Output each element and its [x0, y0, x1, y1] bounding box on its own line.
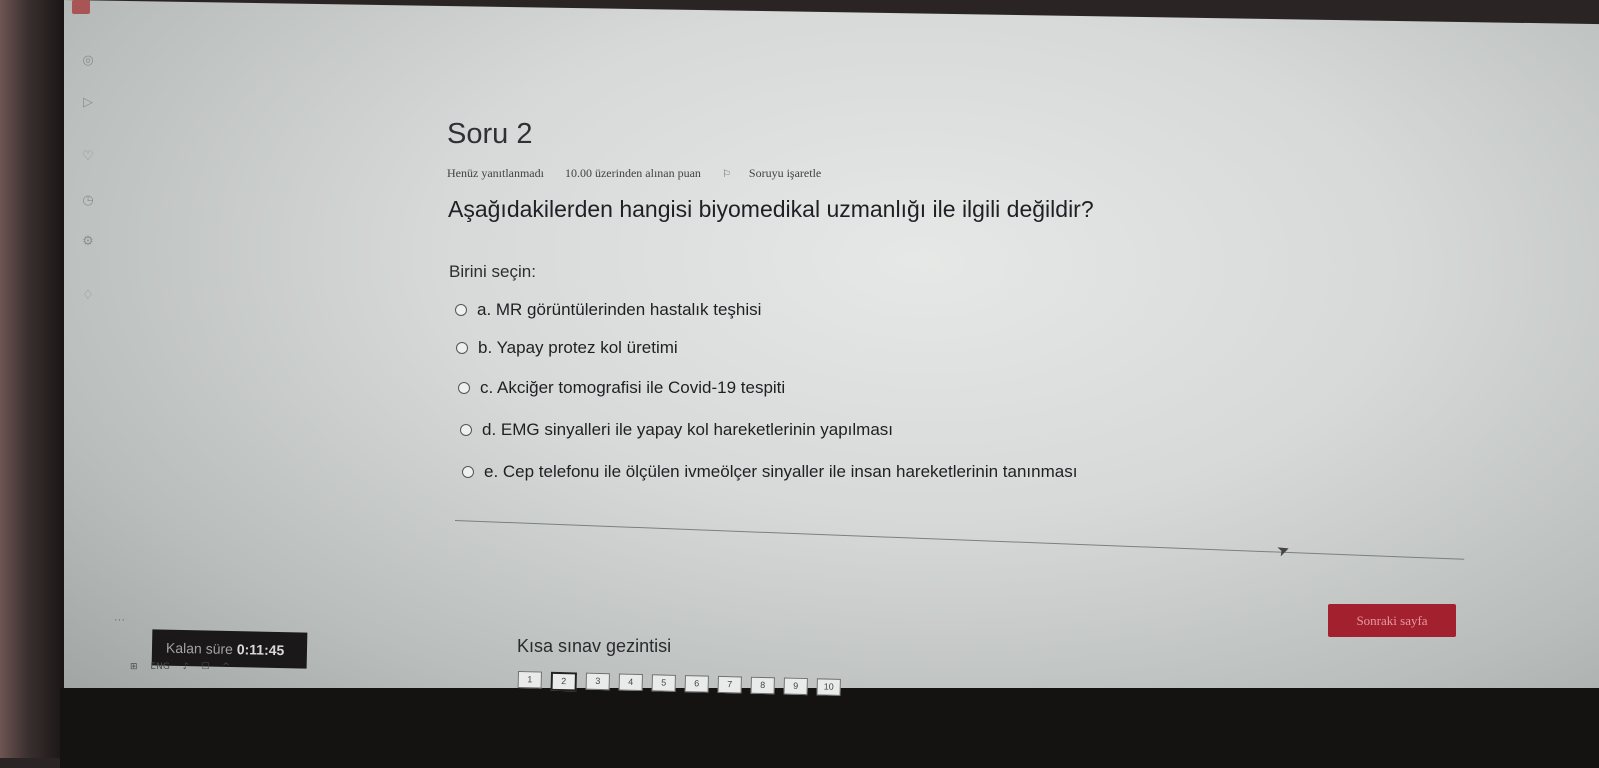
answer-status: Henüz yanıtlanmadı	[447, 166, 544, 180]
option-label: a. MR görüntülerinden hastalık teşhisi	[477, 300, 762, 319]
section-divider	[454, 520, 1465, 560]
radio-button[interactable]	[462, 466, 474, 478]
option-label: c. Akciğer tomografisi ile Covid-19 tesp…	[480, 378, 786, 397]
quiz-nav-page-button[interactable]: 5	[651, 674, 676, 692]
option-label: b. Yapay protez kol üretimi	[478, 338, 678, 357]
bulb-icon[interactable]: ♢	[80, 288, 96, 304]
next-page-button[interactable]: Sonraki sayfa	[1328, 604, 1456, 637]
target-icon[interactable]: ◎	[80, 53, 96, 69]
quiz-nav-page-button[interactable]: 10	[816, 678, 841, 696]
radio-button[interactable]	[455, 304, 467, 316]
quiz-nav-page-button[interactable]: 4	[618, 673, 643, 692]
heart-icon[interactable]: ♡	[80, 149, 96, 165]
radio-button[interactable]	[458, 382, 470, 394]
quiz-nav-page-button[interactable]: 3	[585, 672, 610, 691]
time-remaining-label: Kalan süre	[165, 639, 234, 658]
flag-question-link[interactable]: ⚐ Soruyu işaretle	[722, 166, 839, 180]
option-a[interactable]: a. MR görüntülerinden hastalık teşhisi	[455, 300, 761, 320]
play-icon[interactable]: ▷	[80, 95, 96, 111]
question-text: Aşağıdakilerden hangisi biyomedikal uzma…	[448, 196, 1094, 222]
chevron-up-icon[interactable]: ^	[222, 662, 230, 672]
os-taskbar: ⊞ ENG ♪ ☐ ^	[130, 662, 330, 686]
more-dots-icon: ···	[114, 614, 125, 626]
quiz-nav-page-button[interactable]: 9	[783, 677, 808, 696]
quiz-nav-page-button[interactable]: 8	[750, 676, 775, 695]
mouse-cursor-icon: ➤	[1274, 539, 1293, 561]
settings-icon[interactable]: ⚙	[80, 234, 96, 250]
radio-button[interactable]	[460, 424, 472, 436]
radio-button[interactable]	[456, 342, 468, 354]
option-label: d. EMG sinyalleri ile yapay kol hareketl…	[482, 420, 894, 439]
quiz-nav-page-button[interactable]: 1	[517, 671, 542, 689]
quiz-content: Soru 2 Henüz yanıtlanmadı 10.00 üzerinde…	[445, 0, 1545, 700]
clock-icon[interactable]: ◷	[80, 193, 96, 209]
quiz-navigation-title: Kısa sınav gezintisi	[517, 636, 672, 656]
left-sidebar-rail: ◎ ▷ ♡ ◷ ⚙ ♢	[72, 0, 112, 320]
language-indicator[interactable]: ENG	[150, 662, 169, 672]
windows-start-icon[interactable]: ⊞	[130, 662, 138, 672]
monitor-bezel	[0, 0, 70, 758]
option-e[interactable]: e. Cep telefonu ile ölçülen ivmeölçer si…	[462, 462, 1077, 482]
option-b[interactable]: b. Yapay protez kol üretimi	[456, 338, 678, 358]
option-d[interactable]: d. EMG sinyalleri ile yapay kol hareketl…	[460, 420, 893, 440]
option-c[interactable]: c. Akciğer tomografisi ile Covid-19 tesp…	[458, 378, 785, 398]
quiz-nav-page-button-current[interactable]: 2	[550, 671, 577, 692]
quiz-navigation-grid: 1 2 3 4 5 6 7 8 9 10	[517, 671, 850, 698]
choose-one-prompt: Birini seçin:	[449, 262, 536, 281]
question-meta: Henüz yanıtlanmadı 10.00 üzerinden alına…	[447, 166, 857, 181]
flag-icon: ⚐	[721, 169, 731, 180]
app-logo-icon[interactable]	[72, 0, 90, 14]
quiz-nav-page-button[interactable]: 6	[684, 675, 709, 693]
option-label: e. Cep telefonu ile ölçülen ivmeölçer si…	[484, 462, 1078, 481]
flag-question-label: Soruyu işaretle	[748, 166, 822, 180]
notification-icon[interactable]: ☐	[201, 662, 209, 672]
time-remaining-value: 0:11:45	[236, 641, 285, 659]
quiz-nav-page-button[interactable]: 7	[717, 675, 742, 694]
volume-icon[interactable]: ♪	[183, 662, 189, 672]
question-title: Soru 2	[447, 118, 533, 150]
question-points: 10.00 üzerinden alınan puan	[564, 166, 701, 180]
monitor-bottom-bezel	[60, 688, 1599, 768]
